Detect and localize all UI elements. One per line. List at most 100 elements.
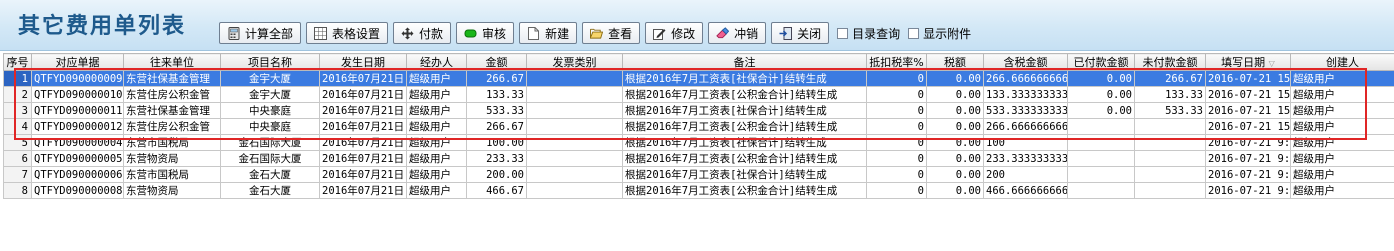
cell-col8[interactable]: 根据2016年7月工资表[社保合计]结转生成 bbox=[622, 134, 867, 151]
table-row[interactable]: 3 QTFYD090000011 东营社保基金管理 中央豪庭 2016年07月21日 超级… bbox=[3, 102, 1394, 119]
cell-col11[interactable]: 233.333333333 bbox=[983, 150, 1068, 167]
cell-col3[interactable]: 中央豪庭 bbox=[220, 102, 320, 119]
edit-button[interactable]: 修改 bbox=[645, 22, 704, 44]
close-button[interactable]: 关闭 bbox=[771, 22, 830, 44]
cell-col9[interactable]: 0 bbox=[866, 150, 927, 167]
cell-col5[interactable]: 超级用户 bbox=[406, 134, 467, 151]
table-row[interactable]: 1 QTFYD090000009 东营社保基金管理 金宇大厦 2016年07月21日 超级… bbox=[3, 70, 1394, 87]
cell-col9[interactable]: 0 bbox=[866, 102, 927, 119]
cell-col0[interactable]: 2 bbox=[3, 86, 32, 103]
cell-col4[interactable]: 2016年07月21日 bbox=[319, 166, 407, 183]
cell-col5[interactable]: 超级用户 bbox=[406, 182, 467, 199]
cell-col6[interactable]: 133.33 bbox=[466, 86, 527, 103]
cell-col3[interactable]: 金石大厦 bbox=[220, 182, 320, 199]
cell-col14[interactable]: 2016-07-21 15 bbox=[1205, 86, 1291, 103]
cell-col8[interactable]: 根据2016年7月工资表[公积金合计]结转生成 bbox=[622, 86, 867, 103]
cell-col10[interactable]: 0.00 bbox=[926, 134, 984, 151]
cell-col5[interactable]: 超级用户 bbox=[406, 86, 467, 103]
header-counterparty[interactable]: 往来单位 bbox=[123, 53, 221, 71]
cell-col13[interactable]: 133.33 bbox=[1134, 86, 1206, 103]
cell-col4[interactable]: 2016年07月21日 bbox=[319, 118, 407, 135]
cell-col10[interactable]: 0.00 bbox=[926, 118, 984, 135]
cell-col0[interactable]: 8 bbox=[3, 182, 32, 199]
cell-col14[interactable]: 2016-07-21 9: bbox=[1205, 134, 1291, 151]
cell-col3[interactable]: 金石国际大厦 bbox=[220, 150, 320, 167]
cell-col9[interactable]: 0 bbox=[866, 134, 927, 151]
cell-col15[interactable]: 超级用户 bbox=[1290, 118, 1394, 135]
header-date[interactable]: 发生日期 bbox=[319, 53, 407, 71]
header-tax[interactable]: 税额 bbox=[926, 53, 984, 71]
cell-col11[interactable]: 466.666666666 bbox=[983, 182, 1068, 199]
header-handler[interactable]: 经办人 bbox=[406, 53, 467, 71]
cell-col3[interactable]: 金宇大厦 bbox=[220, 70, 320, 87]
cell-col4[interactable]: 2016年07月21日 bbox=[319, 134, 407, 151]
cell-col10[interactable]: 0.00 bbox=[926, 182, 984, 199]
cell-col3[interactable]: 金宇大厦 bbox=[220, 86, 320, 103]
cell-col11[interactable]: 133.333333333 bbox=[983, 86, 1068, 103]
cell-col2[interactable]: 东营住房公积金管 bbox=[123, 86, 221, 103]
header-deduction-rate[interactable]: 抵扣税率% bbox=[866, 53, 927, 71]
cell-col2[interactable]: 东营物资局 bbox=[123, 182, 221, 199]
cell-col5[interactable]: 超级用户 bbox=[406, 102, 467, 119]
cell-col15[interactable]: 超级用户 bbox=[1290, 102, 1394, 119]
cell-col2[interactable]: 东营市国税局 bbox=[123, 166, 221, 183]
header-source-doc[interactable]: 对应单据 bbox=[31, 53, 124, 71]
cell-col13[interactable]: 266.67 bbox=[1134, 70, 1206, 87]
cell-col9[interactable]: 0 bbox=[866, 166, 927, 183]
cell-col12[interactable]: 0.00 bbox=[1067, 70, 1135, 87]
cell-col3[interactable]: 金石大厦 bbox=[220, 166, 320, 183]
cell-col13[interactable] bbox=[1134, 134, 1206, 151]
cell-col1[interactable]: QTFYD090000004 bbox=[31, 134, 124, 151]
view-button[interactable]: 查看 bbox=[582, 22, 641, 44]
cell-col1[interactable]: QTFYD090000005 bbox=[31, 150, 124, 167]
audit-button[interactable]: 审核 bbox=[456, 22, 515, 44]
payment-button[interactable]: 付款 bbox=[393, 22, 452, 44]
cell-col4[interactable]: 2016年07月21日 bbox=[319, 150, 407, 167]
cell-col1[interactable]: QTFYD090000008 bbox=[31, 182, 124, 199]
header-seq[interactable]: 序号 bbox=[3, 53, 32, 71]
directory-query-box[interactable] bbox=[837, 27, 849, 39]
cell-col8[interactable]: 根据2016年7月工资表[社保合计]结转生成 bbox=[622, 166, 867, 183]
cell-col5[interactable]: 超级用户 bbox=[406, 166, 467, 183]
cell-col7[interactable] bbox=[526, 134, 623, 151]
cell-col15[interactable]: 超级用户 bbox=[1290, 182, 1394, 199]
cell-col0[interactable]: 1 bbox=[3, 70, 32, 87]
cell-col1[interactable]: QTFYD090000012 bbox=[31, 118, 124, 135]
cell-col12[interactable] bbox=[1067, 118, 1135, 135]
cell-col6[interactable]: 233.33 bbox=[466, 150, 527, 167]
cell-col7[interactable] bbox=[526, 86, 623, 103]
cell-col2[interactable]: 东营住房公积金管 bbox=[123, 118, 221, 135]
header-project[interactable]: 项目名称 bbox=[220, 53, 320, 71]
header-unpaid[interactable]: 未付款金额 bbox=[1134, 53, 1206, 71]
cell-col14[interactable]: 2016-07-21 15 bbox=[1205, 70, 1291, 87]
header-creator[interactable]: 创建人 bbox=[1290, 53, 1394, 71]
cell-col10[interactable]: 0.00 bbox=[926, 166, 984, 183]
table-row[interactable]: 5 QTFYD090000004 东营市国税局 金石国际大厦 2016年07月21日 超级… bbox=[3, 134, 1394, 151]
cell-col15[interactable]: 超级用户 bbox=[1290, 70, 1394, 87]
new-button[interactable]: 新建 bbox=[519, 22, 578, 44]
table-row[interactable]: 4 QTFYD090000012 东营住房公积金管 中央豪庭 2016年07月21日 超级… bbox=[3, 118, 1394, 135]
cell-col7[interactable] bbox=[526, 150, 623, 167]
cell-col11[interactable]: 266.666666666 bbox=[983, 118, 1068, 135]
cell-col4[interactable]: 2016年07月21日 bbox=[319, 182, 407, 199]
cell-col0[interactable]: 7 bbox=[3, 166, 32, 183]
cell-col6[interactable]: 266.67 bbox=[466, 70, 527, 87]
directory-query-checkbox[interactable]: 目录查询 bbox=[837, 25, 900, 42]
cell-col7[interactable] bbox=[526, 70, 623, 87]
cell-col14[interactable]: 2016-07-21 9: bbox=[1205, 182, 1291, 199]
cell-col2[interactable]: 东营社保基金管理 bbox=[123, 102, 221, 119]
cell-col8[interactable]: 根据2016年7月工资表[公积金合计]结转生成 bbox=[622, 182, 867, 199]
cell-col2[interactable]: 东营社保基金管理 bbox=[123, 70, 221, 87]
cell-col12[interactable] bbox=[1067, 166, 1135, 183]
cell-col2[interactable]: 东营市国税局 bbox=[123, 134, 221, 151]
header-invoice-type[interactable]: 发票类别 bbox=[526, 53, 623, 71]
cell-col12[interactable]: 0.00 bbox=[1067, 102, 1135, 119]
cell-col7[interactable] bbox=[526, 118, 623, 135]
cell-col10[interactable]: 0.00 bbox=[926, 150, 984, 167]
cell-col7[interactable] bbox=[526, 102, 623, 119]
cell-col5[interactable]: 超级用户 bbox=[406, 118, 467, 135]
cell-col13[interactable] bbox=[1134, 166, 1206, 183]
cell-col5[interactable]: 超级用户 bbox=[406, 150, 467, 167]
cell-col8[interactable]: 根据2016年7月工资表[社保合计]结转生成 bbox=[622, 102, 867, 119]
cell-col14[interactable]: 2016-07-21 9: bbox=[1205, 166, 1291, 183]
